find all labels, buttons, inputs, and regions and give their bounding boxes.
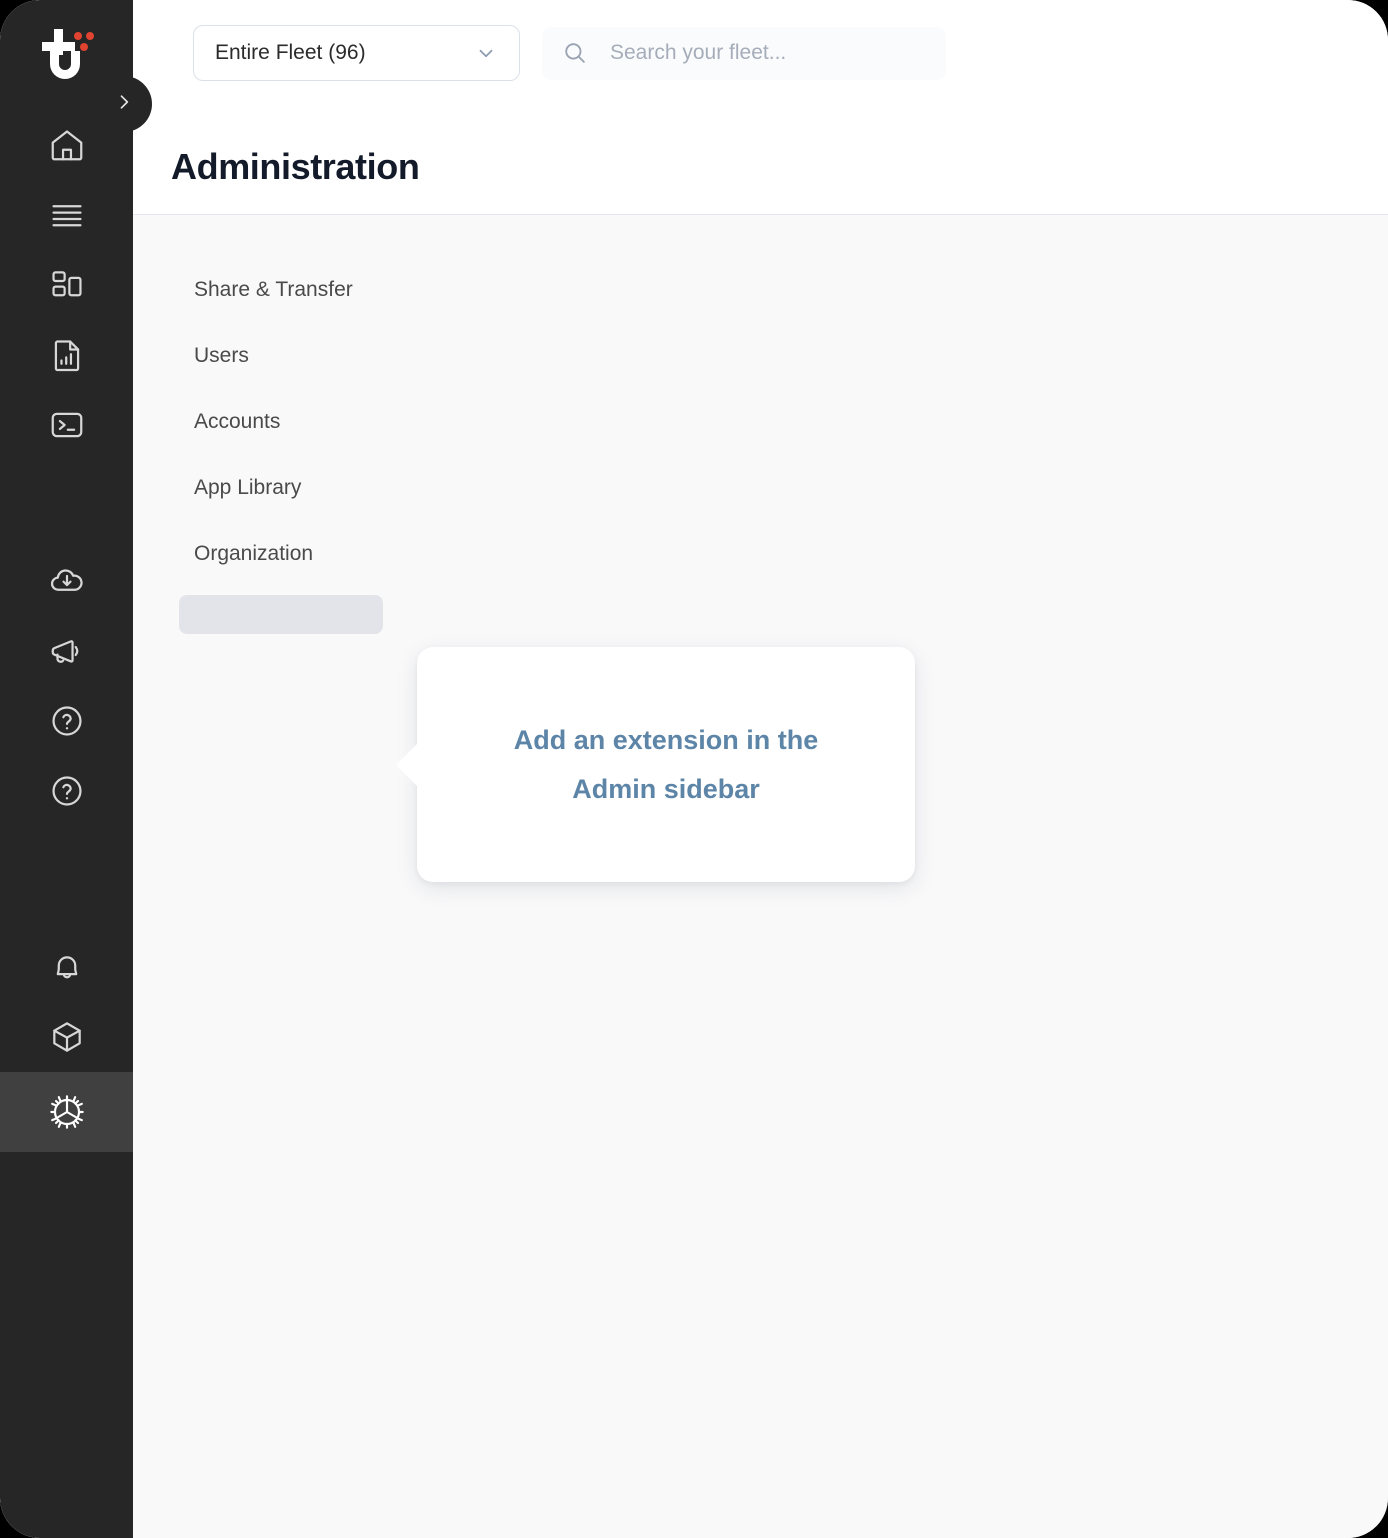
rail-item-support[interactable]: [0, 756, 133, 826]
search-input[interactable]: [610, 41, 928, 65]
callout-arrow-icon: [396, 742, 418, 787]
rail-item-help[interactable]: [0, 686, 133, 756]
rail-tertiary-group: [0, 932, 133, 1152]
rail-item-list[interactable]: [0, 180, 133, 250]
megaphone-icon: [48, 632, 86, 670]
rail-secondary-group: [0, 546, 133, 826]
search-icon: [562, 40, 588, 66]
app-window: Entire Fleet (96) Search your fleet... A…: [0, 0, 1388, 1538]
content-area: Share & Transfer Users Accounts App Libr…: [133, 215, 1388, 882]
rail-item-reports[interactable]: [0, 320, 133, 390]
top-bar: Entire Fleet (96) Search your fleet... A…: [133, 0, 1388, 215]
rail-item-dashboard[interactable]: [0, 250, 133, 320]
fleet-search-box[interactable]: [542, 26, 946, 80]
fleet-filter-value: Entire Fleet (96): [215, 41, 366, 64]
rail-item-terminal[interactable]: [0, 390, 133, 460]
expand-sidebar-toggle[interactable]: [96, 76, 152, 132]
admin-nav-label: Share & Transfer: [194, 278, 353, 301]
admin-nav-label: App Library: [194, 476, 302, 499]
admin-section-nav: Share & Transfer Users Accounts App Libr…: [133, 257, 1388, 634]
callout-text: Add an extension in the Admin sidebar: [513, 725, 819, 804]
admin-nav-item-app-library[interactable]: App Library: [133, 455, 1388, 521]
dashboard-icon: [48, 266, 86, 304]
chevron-down-icon: [475, 42, 497, 64]
logo-mark-icon: [39, 29, 95, 81]
extension-callout-tooltip: Add an extension in the Admin sidebar: [396, 647, 915, 882]
bell-icon: [48, 948, 86, 986]
page-title: Administration: [171, 146, 420, 187]
package-cube-icon: [48, 1018, 86, 1056]
admin-nav-item-share-transfer[interactable]: Share & Transfer: [133, 257, 1388, 323]
left-navigation-rail: [0, 0, 152, 1538]
admin-nav-item-organization[interactable]: Organization: [133, 521, 1388, 587]
report-document-icon: [48, 336, 86, 374]
help-circle-icon: [48, 702, 86, 740]
rail-item-packages[interactable]: [0, 1002, 133, 1072]
rail-primary-group: [0, 110, 133, 460]
admin-nav-label: Organization: [194, 542, 314, 565]
rail-item-settings[interactable]: [0, 1072, 133, 1152]
support-circle-icon: [48, 772, 86, 810]
admin-nav-label: Accounts: [194, 410, 281, 433]
fleet-filter-dropdown[interactable]: Entire Fleet (96): [193, 25, 520, 81]
list-icon: [48, 196, 86, 234]
home-icon: [48, 126, 86, 164]
rail-item-downloads[interactable]: [0, 546, 133, 616]
admin-nav-item-accounts[interactable]: Accounts: [133, 389, 1388, 455]
top-bar-controls: Entire Fleet (96): [133, 0, 1388, 81]
rail-item-notifications[interactable]: [0, 932, 133, 1002]
admin-nav-extension-placeholder[interactable]: [179, 595, 383, 634]
cloud-download-icon: [48, 562, 86, 600]
admin-nav-label: Users: [194, 344, 249, 367]
admin-nav-item-users[interactable]: Users: [133, 323, 1388, 389]
rail-item-announcements[interactable]: [0, 616, 133, 686]
main-region: Entire Fleet (96) Search your fleet... A…: [133, 0, 1388, 1538]
terminal-icon: [48, 406, 86, 444]
gear-icon: [47, 1092, 87, 1132]
chevron-right-icon: [114, 92, 134, 117]
